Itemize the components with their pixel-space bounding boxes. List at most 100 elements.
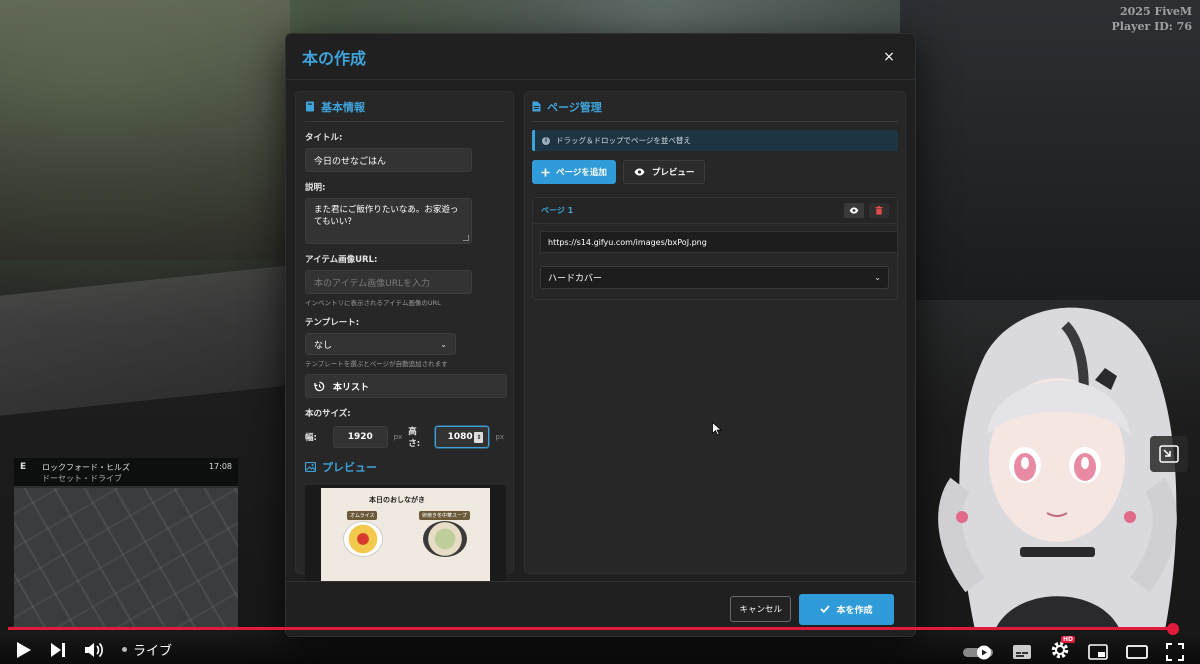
volume-icon[interactable] [84,641,104,659]
preview-tag-right: 卵焼き冬中華スープ [419,511,470,520]
page-management-heading: ページ管理 [532,92,898,122]
height-unit: px [495,433,504,441]
add-page-button[interactable]: ページを追加 [532,160,616,184]
chevron-down-icon: ⌄ [874,273,881,282]
book-list-button[interactable]: 本リスト [305,374,507,398]
page-management-panel: ページ管理 i ドラッグ＆ドロップでページを並べ替え ページを追加 プレビュー … [524,91,906,574]
cover-type-select[interactable]: ハードカバー ⌄ [540,266,889,289]
width-input[interactable]: 1920 [332,426,388,448]
cancel-button[interactable]: キャンセル [730,596,791,622]
page-preview-button[interactable] [844,203,864,218]
miniplayer-icon[interactable] [1088,644,1108,660]
preview-image: 本日のおしながき オムライス 卵焼き冬中華スープ [321,488,490,581]
eye-icon [634,168,645,176]
live-indicator[interactable]: ライブ [122,640,172,659]
cover-type-value: ハードカバー [548,274,603,284]
game-clock: 17:08 [208,462,232,471]
title-input[interactable]: 今日のせなごはん [305,148,472,172]
page-label: ページ 1 [541,206,574,215]
title-label: タイトル: [305,133,343,143]
fullscreen-icon[interactable] [1166,643,1184,661]
page-management-title: ページ管理 [547,100,602,114]
page-url-input[interactable]: https://s14.gifyu.com/images/bxPoJ.png [540,231,898,253]
minimap-header: E ロックフォード・ヒルズ ドーセット・ドライブ 17:08 [14,458,238,486]
autoplay-toggle[interactable] [962,644,994,660]
subtitles-icon[interactable] [1012,644,1032,660]
background-road [0,264,300,416]
next-icon[interactable] [50,642,66,658]
drag-info-alert: i ドラッグ＆ドロップでページを並べ替え [532,130,898,151]
background-stall [0,0,290,260]
width-unit: px [393,433,403,441]
background-building [900,0,1200,300]
preview-image-title: 本日のおしながき [369,496,425,504]
picture-in-picture-button[interactable] [1150,436,1188,472]
hud-line-1: 2025 FiveM [1120,5,1192,18]
mouse-cursor-icon [712,422,722,436]
theater-mode-icon[interactable] [1126,645,1148,659]
check-icon [820,605,831,613]
page-delete-button[interactable] [869,203,889,218]
compass-direction: E [20,462,27,472]
info-icon: i [542,136,550,145]
description-value: また君にご飯作りたいなあ。お家遊ってもいい？ [314,205,459,227]
spinner-icon[interactable]: ⇕ [474,432,484,443]
progress-scrubber[interactable] [1167,623,1179,635]
description-textarea[interactable]: また君にご飯作りたいなあ。お家遊ってもいい？ [305,198,472,244]
player-right-controls: HD [962,636,1184,664]
player-left-controls: ライブ [16,640,172,659]
close-button[interactable]: × [879,47,899,67]
minimap-roads [14,488,238,628]
page-url-value: https://s14.gifyu.com/images/bxPoJ.png [548,237,707,247]
preview-button[interactable]: プレビュー [622,160,706,184]
street-name: ロックフォード・ヒルズ ドーセット・ドライブ [42,462,201,484]
book-preview: 本日のおしながき オムライス 卵焼き冬中華スープ [305,485,506,581]
size-row: 幅: 1920 px 高さ: 1080 ⇕ px [305,425,504,449]
eye-icon [849,207,859,214]
street-label: ロックフォード・ヒルズ [42,463,130,472]
template-hint: テンプレートを選ぶとページが自動追加されます [305,360,448,368]
cancel-label: キャンセル [739,605,782,615]
image-icon [305,462,316,472]
basic-info-heading: 基本情報 [305,92,504,122]
omurice-plate [343,521,383,557]
area-label: ドーセット・ドライブ [42,474,122,483]
minimap: E ロックフォード・ヒルズ ドーセット・ドライブ 17:08 [14,458,238,628]
create-book-button[interactable]: 本を作成 [799,593,894,625]
height-input[interactable]: 1080 ⇕ [434,426,490,448]
settings-button[interactable]: HD [1050,636,1076,664]
resize-grip[interactable] [463,235,469,241]
gear-icon [1051,641,1069,659]
hud-line-2: Player ID: 76 [1111,20,1192,33]
description-label: 説明: [305,183,326,193]
drag-info-text: ドラッグ＆ドロップでページを並べ替え [556,136,691,145]
book-list-label: 本リスト [333,382,370,393]
trash-icon [875,206,883,215]
modal-header: 本の作成 × [286,34,915,80]
preview-title: プレビュー [322,461,377,474]
image-url-input[interactable]: 本のアイテム画像URLを入力 [305,270,472,294]
plus-icon [541,168,550,176]
template-value: なし [314,340,333,351]
chevron-down-icon: ⌄ [440,339,447,349]
hd-badge: HD [1061,636,1076,643]
miniplayer-icon [1159,445,1179,463]
add-page-label: ページを追加 [556,168,607,178]
page-card-actions [844,203,889,218]
history-icon [314,381,325,391]
preview-button-label: プレビュー [651,168,695,178]
page-card[interactable]: ページ 1 https://s14.gifyu.com/images/bxPoJ… [532,197,898,300]
progress-bar[interactable] [8,627,1174,630]
book-create-modal: 本の作成 × 基本情報 タイトル: 今日のせなごはん 説明: また君にご飯作りた… [285,33,916,637]
template-select[interactable]: なし ⌄ [305,333,456,355]
image-url-hint: インベントリに表示されるアイテム画像のURL [305,299,441,307]
title-input-value: 今日のせなごはん [314,156,387,167]
play-icon[interactable] [16,641,32,659]
basic-info-panel: 基本情報 タイトル: 今日のせなごはん 説明: また君にご飯作りたいなあ。お家遊… [295,91,514,581]
height-label: 高さ: [408,427,421,449]
modal-title: 本の作成 [302,48,367,68]
width-label: 幅: [305,433,317,443]
width-value: 1920 [347,432,373,442]
book-icon [306,101,314,112]
page-actions-row: ページを追加 プレビュー [532,160,898,184]
